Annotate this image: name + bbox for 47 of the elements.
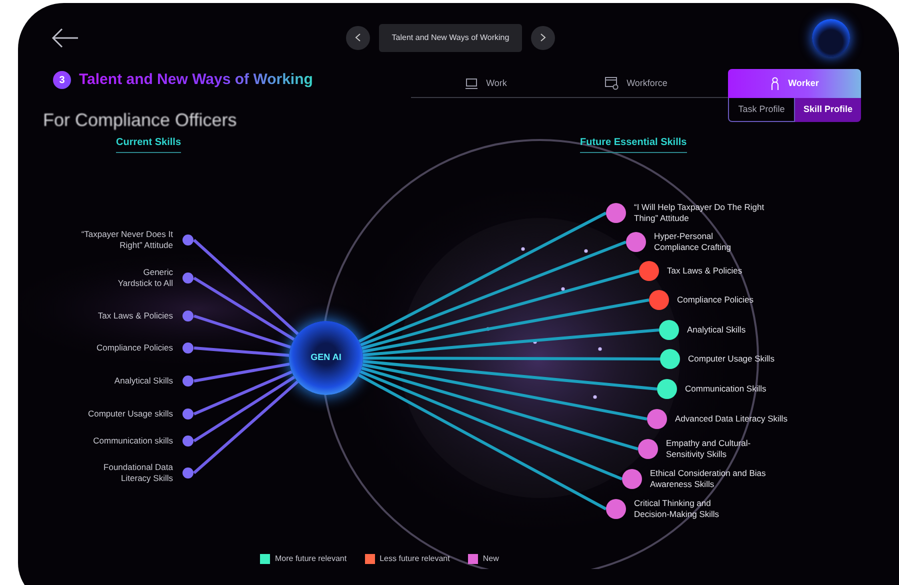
current-skill-label: Computer Usage skills — [86, 408, 173, 420]
future-skill-label: Compliance Policies — [677, 294, 754, 306]
future-skill-label: Analytical Skills — [687, 324, 746, 336]
globe-orb-icon — [812, 18, 850, 56]
chevron-right-icon — [540, 33, 546, 42]
skill-node — [182, 272, 194, 284]
tab[interactable]: Work — [411, 69, 561, 98]
section-subtitle: For Compliance Officers — [43, 108, 238, 132]
section-number-badge: 3 — [53, 71, 71, 90]
current-skill-label: Generic Yardstick to All — [116, 267, 173, 289]
current-skill-label: Foundational Data Literacy Skills — [102, 462, 173, 484]
current-skills-heading: Current Skills — [116, 135, 182, 153]
skill-node — [182, 376, 194, 386]
nav-title: Talent and New Ways of Working — [379, 24, 522, 52]
skill-node — [182, 310, 194, 322]
skill-node — [182, 234, 194, 246]
legend-label: Less future relevant — [380, 553, 450, 565]
future-skill-label: Ethical Consideration and Bias Awareness Skills — [650, 468, 766, 490]
subtab[interactable]: Skill Profile — [795, 98, 861, 122]
current-skill-label: “Taxpayer Never Does It Right” Attitude — [80, 229, 173, 251]
legend-label: New — [482, 553, 499, 565]
previous-button[interactable] — [346, 26, 370, 50]
future-skill-label: “I Will Help Taxpayer Do The Right Thing” Attitude — [634, 202, 764, 224]
future-skill-label: Computer Usage Skills — [688, 354, 774, 364]
skill-node — [182, 436, 194, 446]
skill-node — [182, 468, 194, 478]
skill-node — [182, 342, 194, 354]
current-skill-label: Communication skills — [92, 436, 173, 446]
legend-label: More future relevant — [275, 553, 347, 565]
person-icon — [770, 76, 780, 90]
future-skill-label: Critical Thinking and Decision-Making Skills — [634, 498, 720, 520]
current-skill-label: Compliance Policies — [95, 342, 173, 354]
next-button[interactable] — [531, 26, 555, 50]
current-skill-label: Tax Laws & Policies — [96, 310, 173, 322]
tab[interactable]: Workforce — [561, 69, 711, 98]
future-skills-heading: Future Essential Skills — [580, 135, 687, 153]
skill-node — [182, 408, 194, 420]
tab[interactable]: Worker — [728, 69, 861, 98]
current-skill-label: Analytical Skills — [113, 376, 173, 386]
future-skill-label: Tax Laws & Policies — [667, 266, 742, 276]
back-arrow-icon — [51, 28, 79, 48]
future-skill-label: Communication Skills — [685, 384, 766, 394]
future-skill-label: Empathy and Cultural- Sensitivity Skills — [666, 438, 751, 460]
future-skill-label: Hyper-Personal Compliance Crafting — [654, 231, 732, 253]
laptop-icon — [465, 78, 478, 90]
chevron-left-icon — [355, 33, 361, 42]
future-skill-label: Advanced Data Literacy Skills — [675, 414, 788, 424]
